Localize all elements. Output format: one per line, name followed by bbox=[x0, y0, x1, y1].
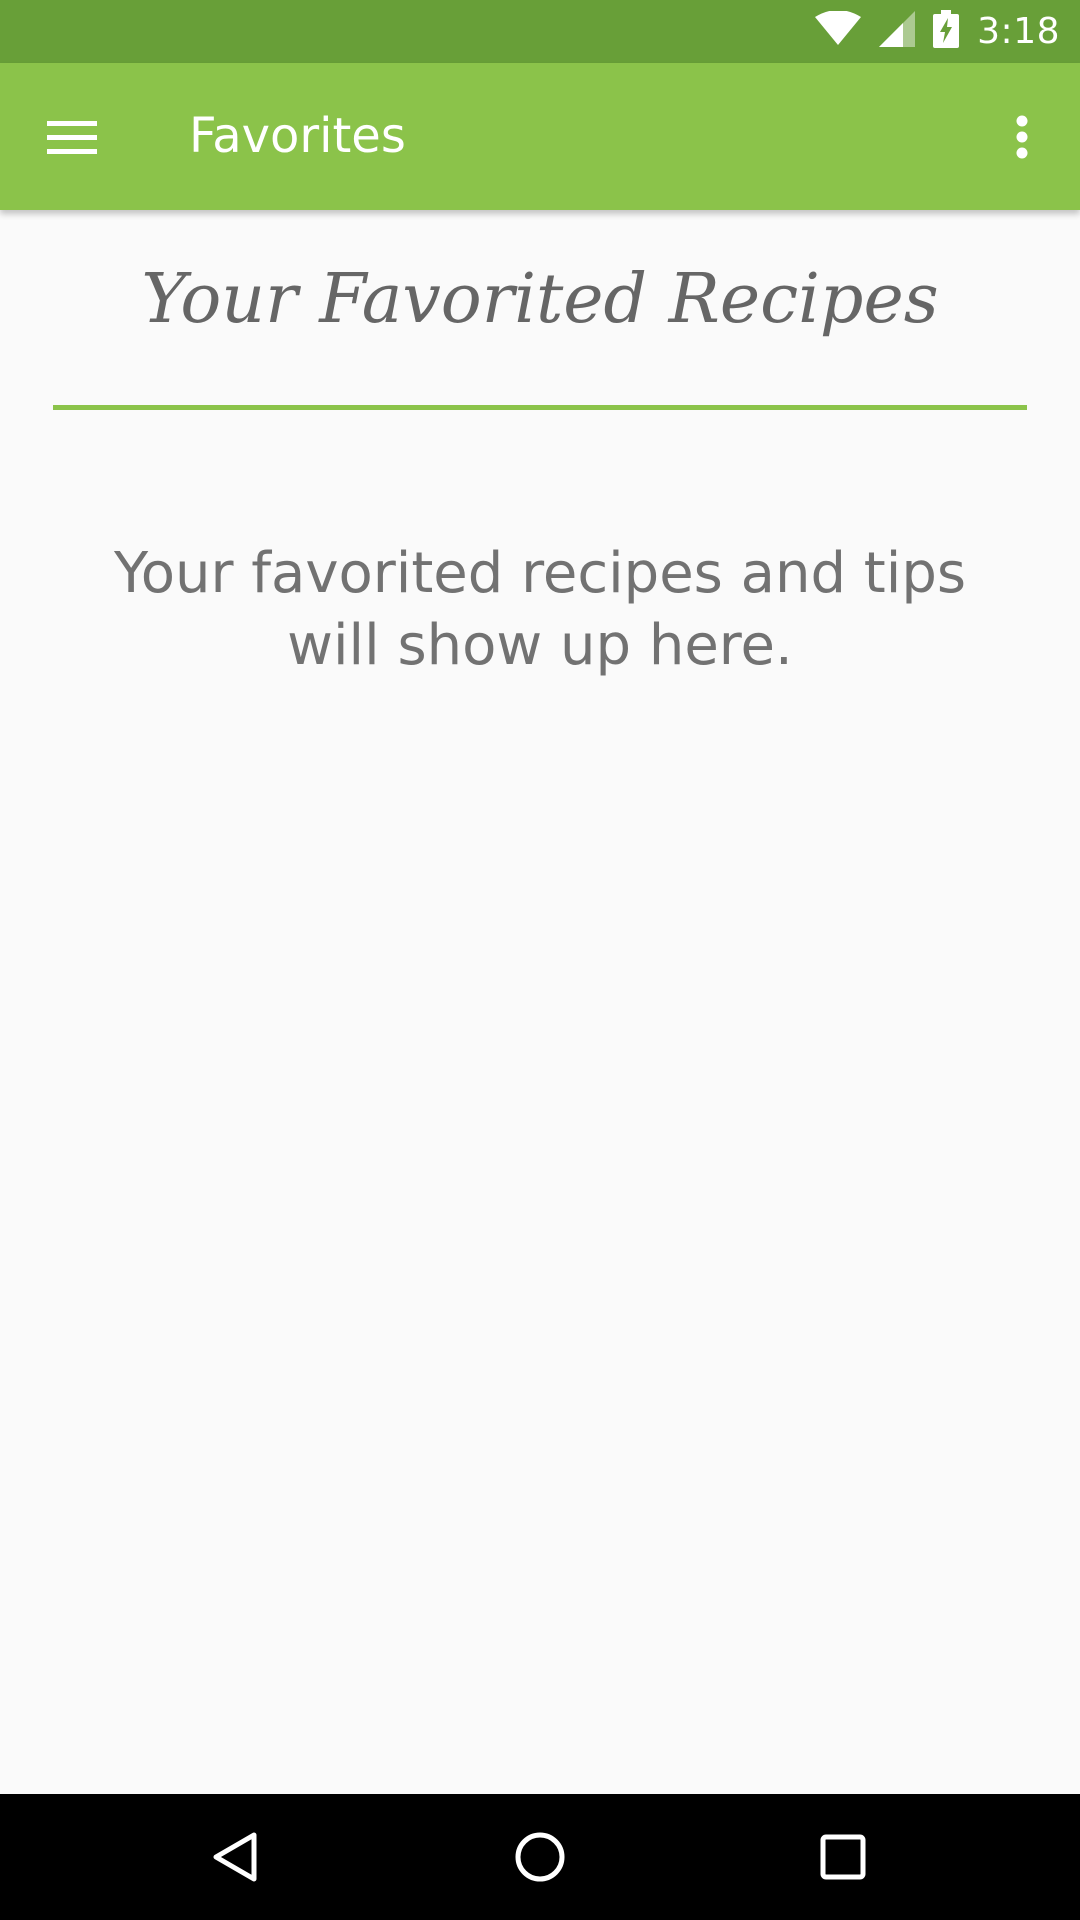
hamburger-menu-icon[interactable] bbox=[26, 91, 118, 183]
back-icon[interactable] bbox=[185, 1812, 285, 1902]
heading-divider bbox=[53, 405, 1027, 410]
favorites-content: Your Favorited Recipes Your favorited re… bbox=[0, 210, 1080, 1794]
home-icon[interactable] bbox=[490, 1812, 590, 1902]
app-bar-title: Favorites bbox=[189, 108, 406, 164]
app-bar: Favorites bbox=[0, 63, 1080, 210]
recents-icon[interactable] bbox=[793, 1812, 893, 1902]
navigation-bar bbox=[0, 1794, 1080, 1920]
status-time: 3:18 bbox=[977, 11, 1060, 52]
empty-state-message: Your favorited recipes and tips will sho… bbox=[113, 541, 967, 678]
cell-signal-icon bbox=[879, 11, 916, 52]
more-vert-icon[interactable] bbox=[982, 91, 1062, 183]
section-heading: Your Favorited Recipes bbox=[141, 260, 939, 339]
wifi-icon bbox=[815, 10, 862, 52]
status-bar: 3:18 bbox=[0, 0, 1080, 63]
status-icons: 3:18 bbox=[815, 0, 1060, 63]
battery-charging-icon bbox=[933, 10, 960, 53]
